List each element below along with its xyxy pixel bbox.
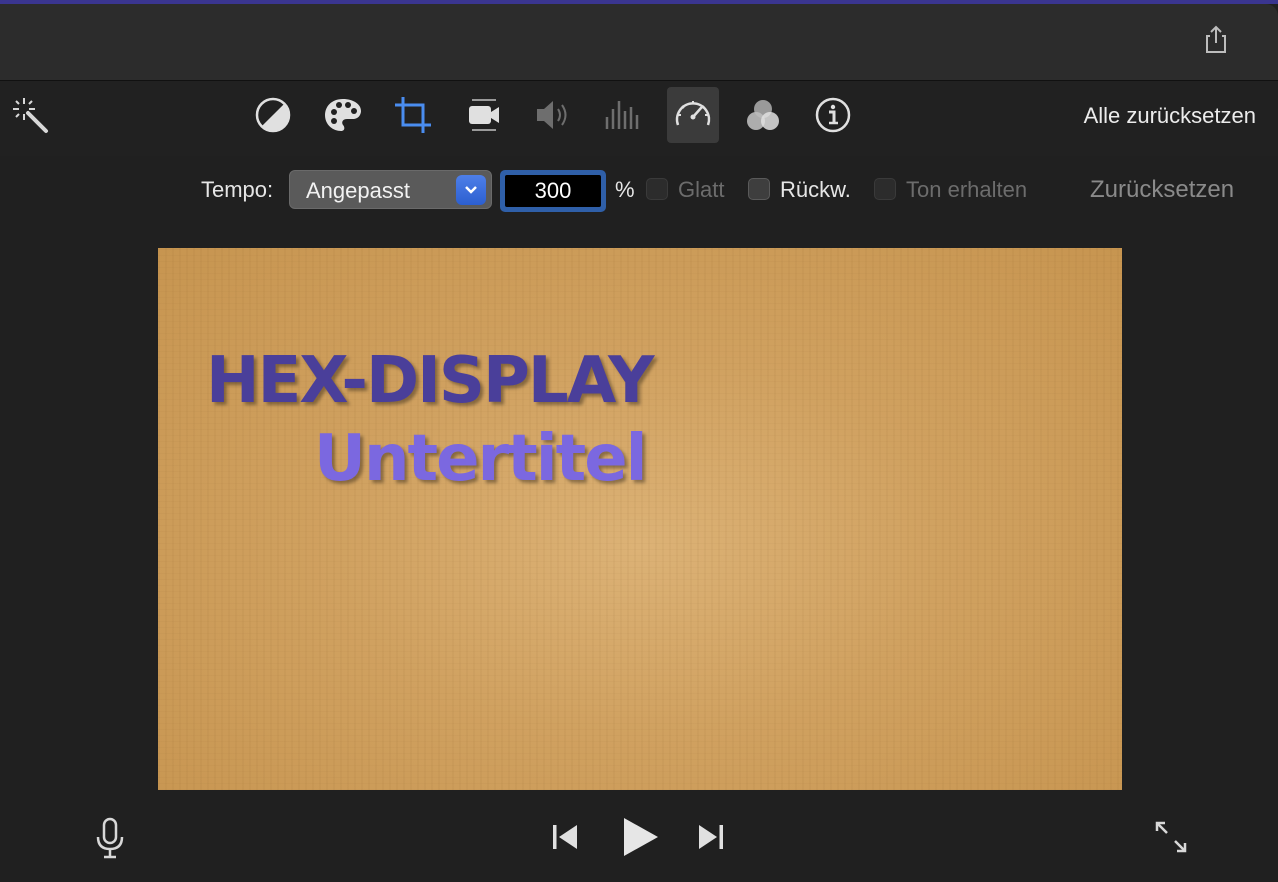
- video-viewer[interactable]: HEX-DISPLAY Untertitel: [158, 248, 1122, 790]
- preserve-pitch-checkbox[interactable]: [874, 178, 896, 200]
- tempo-label: Tempo:: [201, 177, 274, 202]
- skip-back-icon[interactable]: [548, 820, 582, 854]
- volume-icon[interactable]: [527, 87, 579, 143]
- speed-percent-input[interactable]: 300: [500, 170, 606, 212]
- speed-controls: Tempo: Angepasst 300 % Glatt Rückw. Ton …: [0, 156, 1278, 226]
- magic-wand-icon[interactable]: [4, 87, 56, 143]
- smooth-label: Glatt: [678, 177, 725, 202]
- title-bar: [0, 4, 1278, 81]
- equalizer-icon[interactable]: [596, 87, 648, 143]
- share-icon[interactable]: [1200, 24, 1232, 56]
- speed-mode-value: Angepasst: [306, 178, 410, 203]
- stabilization-icon[interactable]: [458, 87, 510, 143]
- adjustment-toolbar: Alle zurücksetzen: [0, 81, 1278, 156]
- fullscreen-icon[interactable]: [1152, 818, 1190, 856]
- preserve-pitch-label: Ton erhalten: [906, 177, 1028, 202]
- microphone-icon[interactable]: [92, 816, 128, 860]
- reverse-checkbox[interactable]: [748, 178, 770, 200]
- reset-all-button[interactable]: Alle zurücksetzen: [1084, 103, 1256, 129]
- percent-symbol: %: [615, 177, 635, 202]
- info-icon[interactable]: [807, 87, 859, 143]
- play-icon[interactable]: [618, 813, 662, 861]
- color-palette-icon[interactable]: [317, 87, 369, 143]
- smooth-checkbox[interactable]: [646, 178, 668, 200]
- speed-percent-value: 300: [505, 175, 601, 207]
- speed-icon[interactable]: [667, 87, 719, 143]
- crop-icon[interactable]: [387, 87, 439, 143]
- color-balance-icon[interactable]: [247, 87, 299, 143]
- subtitle-text: Untertitel: [314, 422, 648, 496]
- chevron-down-icon: [456, 175, 486, 205]
- clip-filter-icon[interactable]: [737, 87, 789, 143]
- reset-button[interactable]: Zurücksetzen: [1090, 176, 1234, 204]
- reverse-label: Rückw.: [780, 177, 851, 202]
- title-text: HEX-DISPLAY: [206, 344, 654, 418]
- skip-forward-icon[interactable]: [694, 820, 728, 854]
- speed-mode-select[interactable]: Angepasst: [289, 170, 492, 209]
